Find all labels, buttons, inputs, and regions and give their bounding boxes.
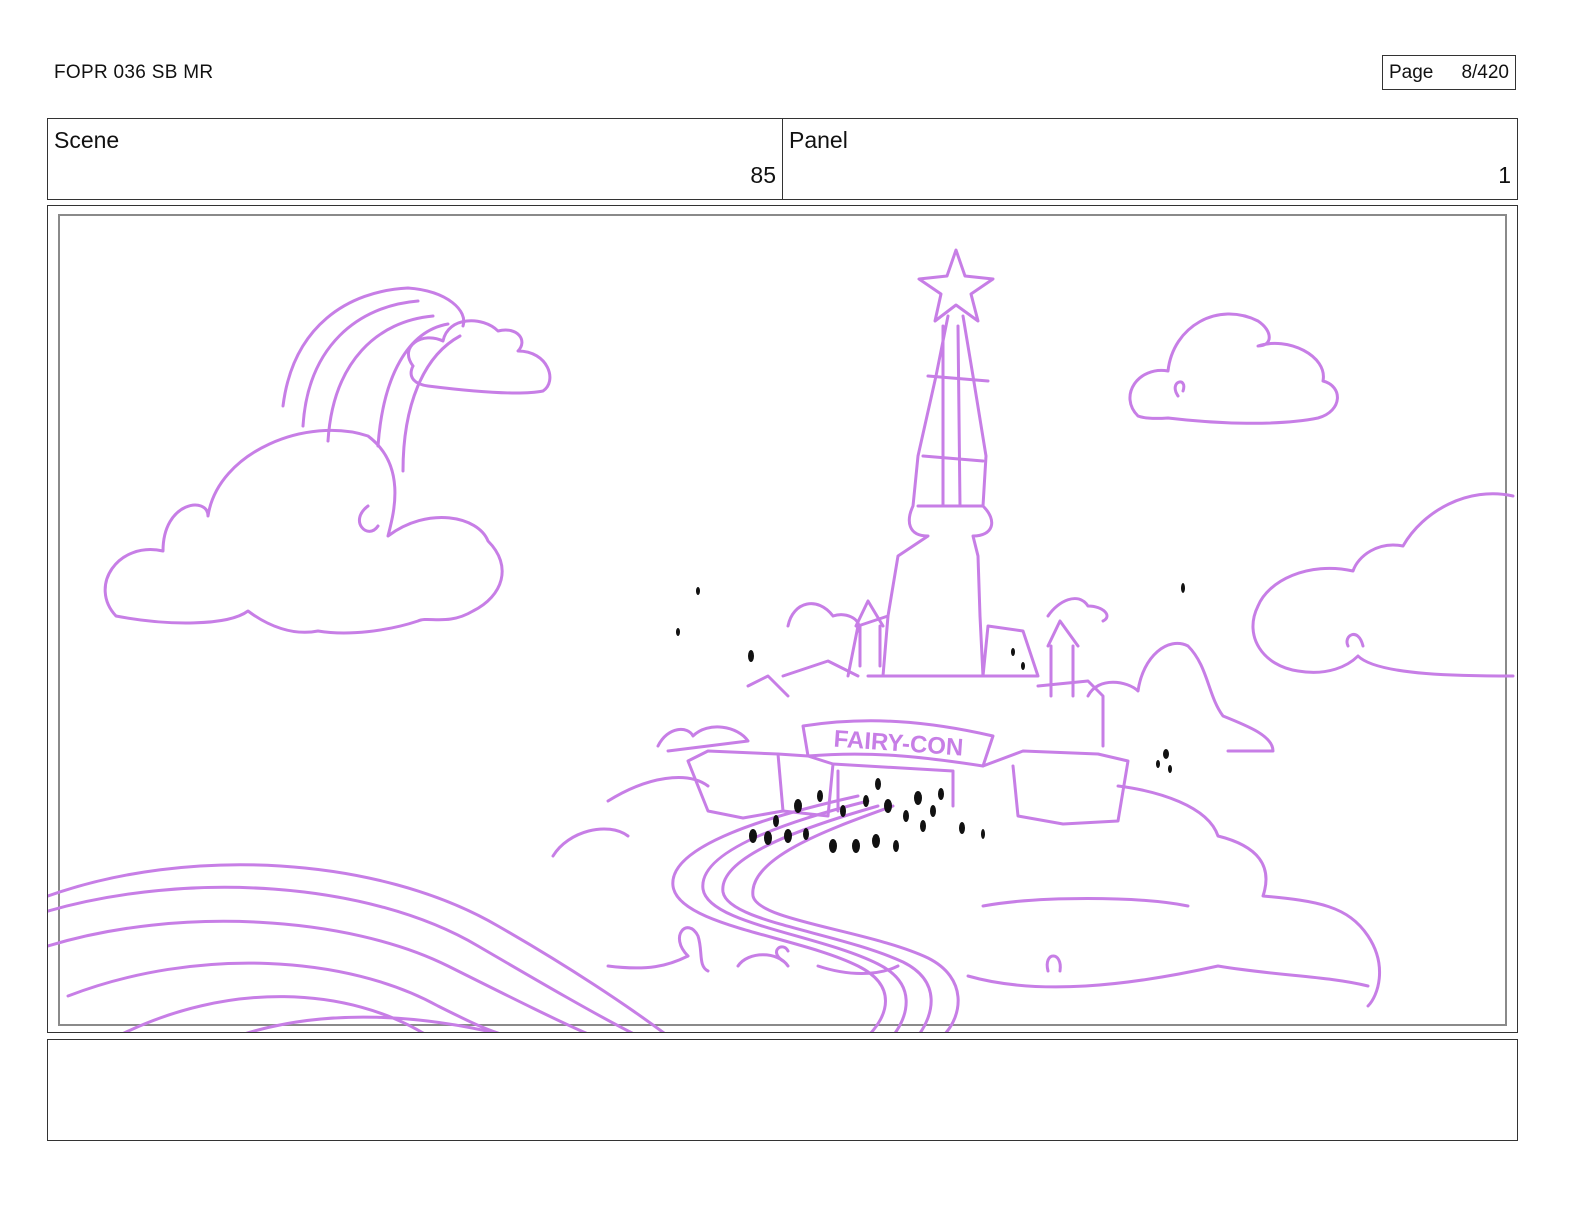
crowd-dot	[875, 778, 881, 790]
crowd-dot	[803, 828, 809, 840]
page-number: 8/420	[1461, 61, 1509, 83]
storyboard-panel: FAIRY-CON	[47, 205, 1518, 1033]
panel-number: 1	[1498, 162, 1511, 188]
crowd-dot	[903, 810, 909, 822]
storyboard-sketch: FAIRY-CON	[48, 214, 1515, 1032]
fairy-con-banner-text: FAIRY-CON	[833, 726, 964, 762]
crowd-dot	[893, 840, 899, 852]
cloud-top-right-curl	[1173, 380, 1186, 398]
scene-label: Scene	[54, 127, 120, 153]
rainbow-stripe-1	[301, 299, 420, 428]
flying-fairy	[1181, 583, 1185, 593]
crowd-dot	[784, 829, 792, 843]
crowd-dot	[930, 805, 936, 817]
cloud-island-curl-2	[775, 945, 790, 963]
cloud-far-right-curl	[1345, 633, 1365, 648]
crowd-dot	[749, 829, 757, 843]
cloud-right-of-castle	[1086, 641, 1275, 753]
castle-wall-right	[981, 749, 1130, 826]
flying-fairy	[1156, 760, 1160, 768]
crowd-of-fairies	[676, 583, 1185, 853]
castle-keep	[846, 614, 1040, 678]
crowd-dot	[959, 822, 965, 834]
flying-fairy	[696, 587, 700, 595]
crowd-dot	[981, 829, 985, 839]
cloud-far-right	[1251, 492, 1515, 678]
panel-cell: Panel 1	[782, 119, 1517, 199]
cloud-island-curl-1	[677, 926, 710, 973]
cloud-top-right	[1128, 312, 1339, 425]
crowd-dot	[938, 788, 944, 800]
page-label: Page	[1389, 61, 1434, 83]
scene-panel-header: Scene 85 Panel 1	[47, 118, 1518, 200]
left-tower	[854, 599, 885, 668]
page-indicator: Page 8/420	[1382, 55, 1516, 90]
castle-wall-center	[776, 752, 835, 818]
cloud-island-curl-3	[1045, 954, 1062, 973]
rainbow-bottom-2	[48, 885, 634, 1032]
flying-fairy	[1011, 648, 1015, 656]
crowd-dot	[852, 839, 860, 853]
scene-cell: Scene 85	[48, 119, 782, 199]
castle-wall-left	[686, 749, 785, 820]
rainbow-stripe-4	[401, 334, 462, 473]
document-title: FOPR 036 SB MR	[54, 62, 214, 83]
castle-spire	[881, 314, 994, 678]
crowd-dot	[794, 799, 802, 813]
crowd-dot	[914, 791, 922, 805]
panel-label: Panel	[789, 127, 848, 153]
flying-fairy	[1163, 749, 1169, 759]
crowd-dot	[920, 820, 926, 832]
crowd-dot	[840, 805, 846, 817]
crowd-dot	[773, 815, 779, 827]
flying-fairy	[1168, 765, 1172, 773]
flying-fairy	[748, 650, 754, 662]
crowd-dot	[863, 795, 869, 807]
left-cloud-curl	[357, 504, 380, 533]
spire-detail-2	[941, 324, 962, 508]
left-cloud	[103, 428, 504, 635]
scene-number: 85	[750, 162, 776, 188]
safe-area-frame	[58, 214, 1507, 1026]
crowd-dot	[764, 831, 772, 845]
panel-notes-box[interactable]	[47, 1039, 1518, 1141]
crowd-dot	[872, 834, 880, 848]
flying-fairy	[676, 628, 680, 636]
cloud-left-of-castle	[656, 725, 750, 753]
crowd-dot	[829, 839, 837, 853]
small-cloud-right-spire	[1046, 597, 1109, 623]
small-cloud-near-spire	[786, 602, 861, 633]
crowd-dot	[884, 799, 892, 813]
spire-star	[917, 248, 995, 323]
cloud-island-line	[981, 897, 1190, 908]
flying-fairy	[1021, 662, 1025, 670]
crowd-dot	[817, 790, 823, 802]
cloud-island-underside	[606, 953, 1370, 989]
